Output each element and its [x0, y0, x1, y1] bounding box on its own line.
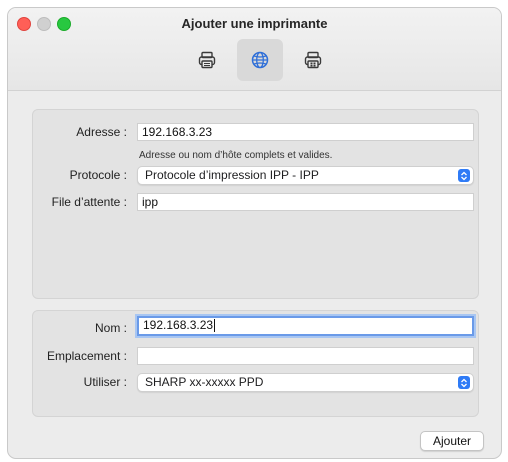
default-printer-tab[interactable]	[184, 39, 230, 81]
location-label: Emplacement :	[46, 349, 127, 363]
driver-select[interactable]: SHARP xx-xxxxx PPD	[137, 373, 474, 392]
queue-field[interactable]: ipp	[137, 193, 474, 211]
ip-tab[interactable]	[237, 39, 283, 81]
protocol-select[interactable]: Protocole d’impression IPP - IPP	[137, 166, 474, 185]
name-field[interactable]: 192.168.3.23	[137, 316, 474, 336]
text-caret	[214, 319, 216, 333]
chevron-up-down-icon	[458, 169, 470, 182]
name-value: 192.168.3.23	[143, 318, 214, 332]
window-title: Ajouter une imprimante	[181, 16, 328, 31]
chevron-up-down-icon	[458, 376, 470, 389]
add-button[interactable]: Ajouter	[420, 431, 484, 451]
add-printer-window: Ajouter une imprimante Adresse: 192.168…	[7, 7, 502, 459]
address-field[interactable]: 192.168.3.23	[137, 123, 474, 141]
address-hint: Adresse ou nom d’hôte complets et valide…	[139, 150, 333, 161]
protocol-value: Protocole d’impression IPP - IPP	[145, 168, 319, 182]
printer-windows-icon	[304, 51, 322, 69]
protocol-label: Protocole :	[69, 168, 127, 182]
use-label: Utiliser :	[83, 375, 127, 389]
windows-tab[interactable]	[290, 39, 336, 81]
name-label: Nom :	[94, 321, 127, 335]
driver-value: SHARP xx-xxxxx PPD	[145, 375, 264, 389]
location-field[interactable]	[137, 347, 474, 365]
titlebar: Ajouter une imprimante	[8, 8, 501, 91]
queue-label: File d’attente :	[51, 195, 127, 209]
printer-icon	[198, 51, 216, 69]
globe-icon	[251, 51, 269, 69]
address-label: Adresse :	[76, 125, 127, 139]
